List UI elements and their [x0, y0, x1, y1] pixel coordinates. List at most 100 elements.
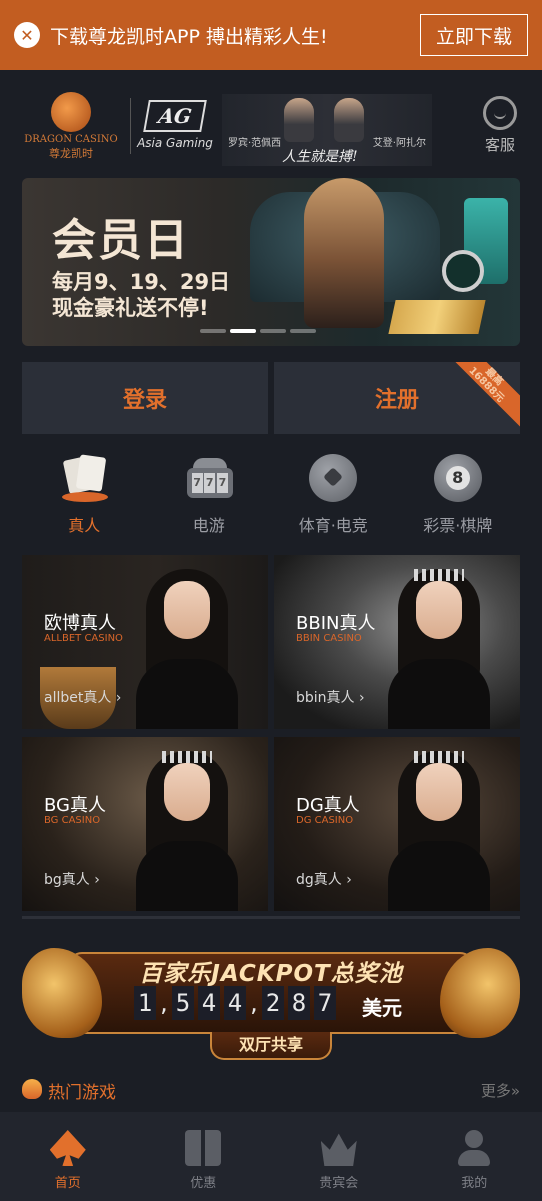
ambassadors-banner: 罗宾·范佩西 艾登·阿扎尔 人生就是搏! — [222, 94, 432, 166]
banner-gold-image — [388, 300, 486, 334]
banner-watch-image — [442, 250, 484, 292]
nav-profile[interactable]: 我的 — [407, 1112, 542, 1201]
tab-slots[interactable]: 777 电游 — [147, 450, 272, 542]
dealer-image — [384, 745, 494, 911]
hot-games-header: 热门游戏 更多» — [22, 1074, 520, 1104]
carousel-dot-active[interactable] — [230, 329, 256, 333]
card-subtitle: ALLBET CASINO — [44, 633, 123, 644]
soccer-ball-icon — [309, 454, 358, 502]
jackpot-digit: 7 — [314, 986, 336, 1020]
card-title: BG真人 — [44, 795, 106, 816]
slogan: 人生就是搏! — [282, 149, 358, 165]
card-subtitle: DG CASINO — [296, 815, 354, 826]
banner-subtitle-2: 现金豪礼送不停! — [52, 296, 209, 320]
customer-service-label: 客服 — [484, 136, 515, 154]
carousel-dot[interactable] — [260, 329, 286, 333]
nav-vip[interactable]: 贵宾会 — [271, 1112, 407, 1201]
user-icon — [456, 1130, 492, 1166]
section-divider — [22, 916, 520, 919]
tab-live[interactable]: 真人 — [22, 450, 147, 542]
nav-promotions[interactable]: 优惠 — [136, 1112, 272, 1201]
jackpot-digit: 8 — [288, 986, 310, 1020]
jackpot-digit: 4 — [224, 986, 246, 1020]
register-button[interactable]: 注册 最高 16888元 — [274, 362, 520, 434]
cards-icon — [60, 454, 109, 502]
jackpot-shared-tab: 双厅共享 — [210, 1032, 332, 1060]
tab-lottery[interactable]: 8 彩票·棋牌 — [396, 450, 521, 542]
jackpot-digit: 1 — [134, 986, 156, 1020]
nav-home[interactable]: 首页 — [0, 1112, 136, 1201]
ambassador-name-right: 艾登·阿扎尔 — [372, 138, 426, 149]
more-link[interactable]: 更多» — [481, 1080, 520, 1101]
flame-icon — [22, 1079, 42, 1099]
banner-model-image — [304, 178, 384, 328]
eight-ball-icon: 8 — [433, 454, 482, 502]
bbin-card[interactable]: BBIN真人 BBIN CASINO bbin真人 › — [274, 555, 520, 729]
jackpot-separator: , — [250, 989, 258, 1017]
header: DRAGON CASINO 尊龙凯时 AG Asia Gaming 罗宾·范佩西… — [0, 80, 542, 172]
card-subtitle: BBIN CASINO — [296, 633, 362, 644]
nav-label: 优惠 — [190, 1176, 217, 1191]
dragon-casino-logo[interactable]: DRAGON CASINO 尊龙凯时 — [20, 92, 122, 162]
jackpot-banner[interactable]: 百家乐JACKPOT总奖池 1 , 5 4 4 , 2 8 7 美元 双厅共享 — [22, 940, 520, 1062]
tab-label: 真人 — [68, 516, 101, 535]
tab-label: 电游 — [192, 516, 225, 535]
promo-banner[interactable]: 会员日 每月9、19、29日 现金豪礼送不停! — [22, 178, 520, 346]
ambassador-photo-left — [284, 98, 314, 142]
card-title: BBIN真人 — [296, 613, 376, 634]
ag-logo-sub: Asia Gaming — [137, 136, 213, 150]
dg-card[interactable]: DG真人 DG CASINO dg真人 › — [274, 737, 520, 911]
card-link[interactable]: allbet真人 › — [44, 687, 121, 707]
bg-card[interactable]: BG真人 BG CASINO bg真人 › — [22, 737, 268, 911]
slot-machine-icon: 777 — [185, 454, 233, 502]
card-link[interactable]: bbin真人 › — [296, 687, 365, 707]
bottom-nav: 首页 优惠 贵宾会 我的 — [0, 1112, 542, 1201]
dealer-image — [132, 563, 242, 729]
ambassador-name-left: 罗宾·范佩西 — [228, 138, 282, 149]
close-icon[interactable]: ✕ — [14, 22, 40, 48]
carousel-dot[interactable] — [200, 329, 226, 333]
jackpot-digit: 2 — [262, 986, 284, 1020]
headset-icon — [483, 96, 517, 130]
dealer-image — [384, 563, 494, 729]
download-now-button[interactable]: 立即下载 — [420, 14, 528, 56]
jackpot-title: 百家乐JACKPOT总奖池 — [139, 961, 403, 987]
ag-logo: AG Asia Gaming — [136, 100, 214, 150]
tab-label: 彩票·棋牌 — [423, 516, 493, 535]
register-bonus-ribbon: 最高 16888元 — [439, 362, 520, 432]
card-title: DG真人 — [296, 795, 360, 816]
tab-sports[interactable]: 体育·电竞 — [271, 450, 396, 542]
carousel-dots — [200, 329, 316, 333]
download-app-bar: ✕ 下载尊龙凯时APP 搏出精彩人生! 立即下载 — [0, 0, 542, 70]
ag-logo-mark: AG — [143, 100, 207, 132]
carousel-dot[interactable] — [290, 329, 316, 333]
jackpot-separator: , — [160, 989, 168, 1017]
nav-label: 贵宾会 — [319, 1176, 359, 1191]
jackpot-digit: 5 — [172, 986, 194, 1020]
tab-label: 体育·电竞 — [298, 516, 368, 535]
ambassador-photo-right — [334, 98, 364, 142]
jackpot-digit: 4 — [198, 986, 220, 1020]
dragon-logo-icon — [51, 92, 91, 132]
dragon-logo-cn: 尊龙凯时 — [49, 147, 93, 160]
dealer-image — [132, 745, 242, 911]
card-subtitle: BG CASINO — [44, 815, 101, 826]
spade-icon — [49, 1130, 86, 1166]
download-app-text: 下载尊龙凯时APP 搏出精彩人生! — [50, 25, 328, 48]
allbet-card[interactable]: 欧博真人 ALLBET CASINO allbet真人 › — [22, 555, 268, 729]
nav-label: 我的 — [461, 1176, 488, 1191]
card-link[interactable]: bg真人 › — [44, 869, 100, 889]
jackpot-counter: 1 , 5 4 4 , 2 8 7 — [134, 986, 336, 1020]
gift-icon — [185, 1130, 222, 1166]
hot-games-title: 热门游戏 — [48, 1083, 116, 1103]
banner-title: 会员日 — [52, 215, 190, 266]
category-tabs: 真人 777 电游 体育·电竞 8 彩票·棋牌 — [22, 450, 520, 542]
card-link[interactable]: dg真人 › — [296, 869, 352, 889]
login-button[interactable]: 登录 — [22, 362, 268, 434]
nav-label: 首页 — [54, 1176, 81, 1191]
dragon-logo-en: DRAGON CASINO — [24, 134, 118, 145]
jackpot-unit: 美元 — [362, 996, 402, 1020]
logo-divider — [130, 98, 131, 154]
customer-service-button[interactable]: 客服 — [478, 96, 522, 155]
crown-icon — [320, 1133, 357, 1166]
